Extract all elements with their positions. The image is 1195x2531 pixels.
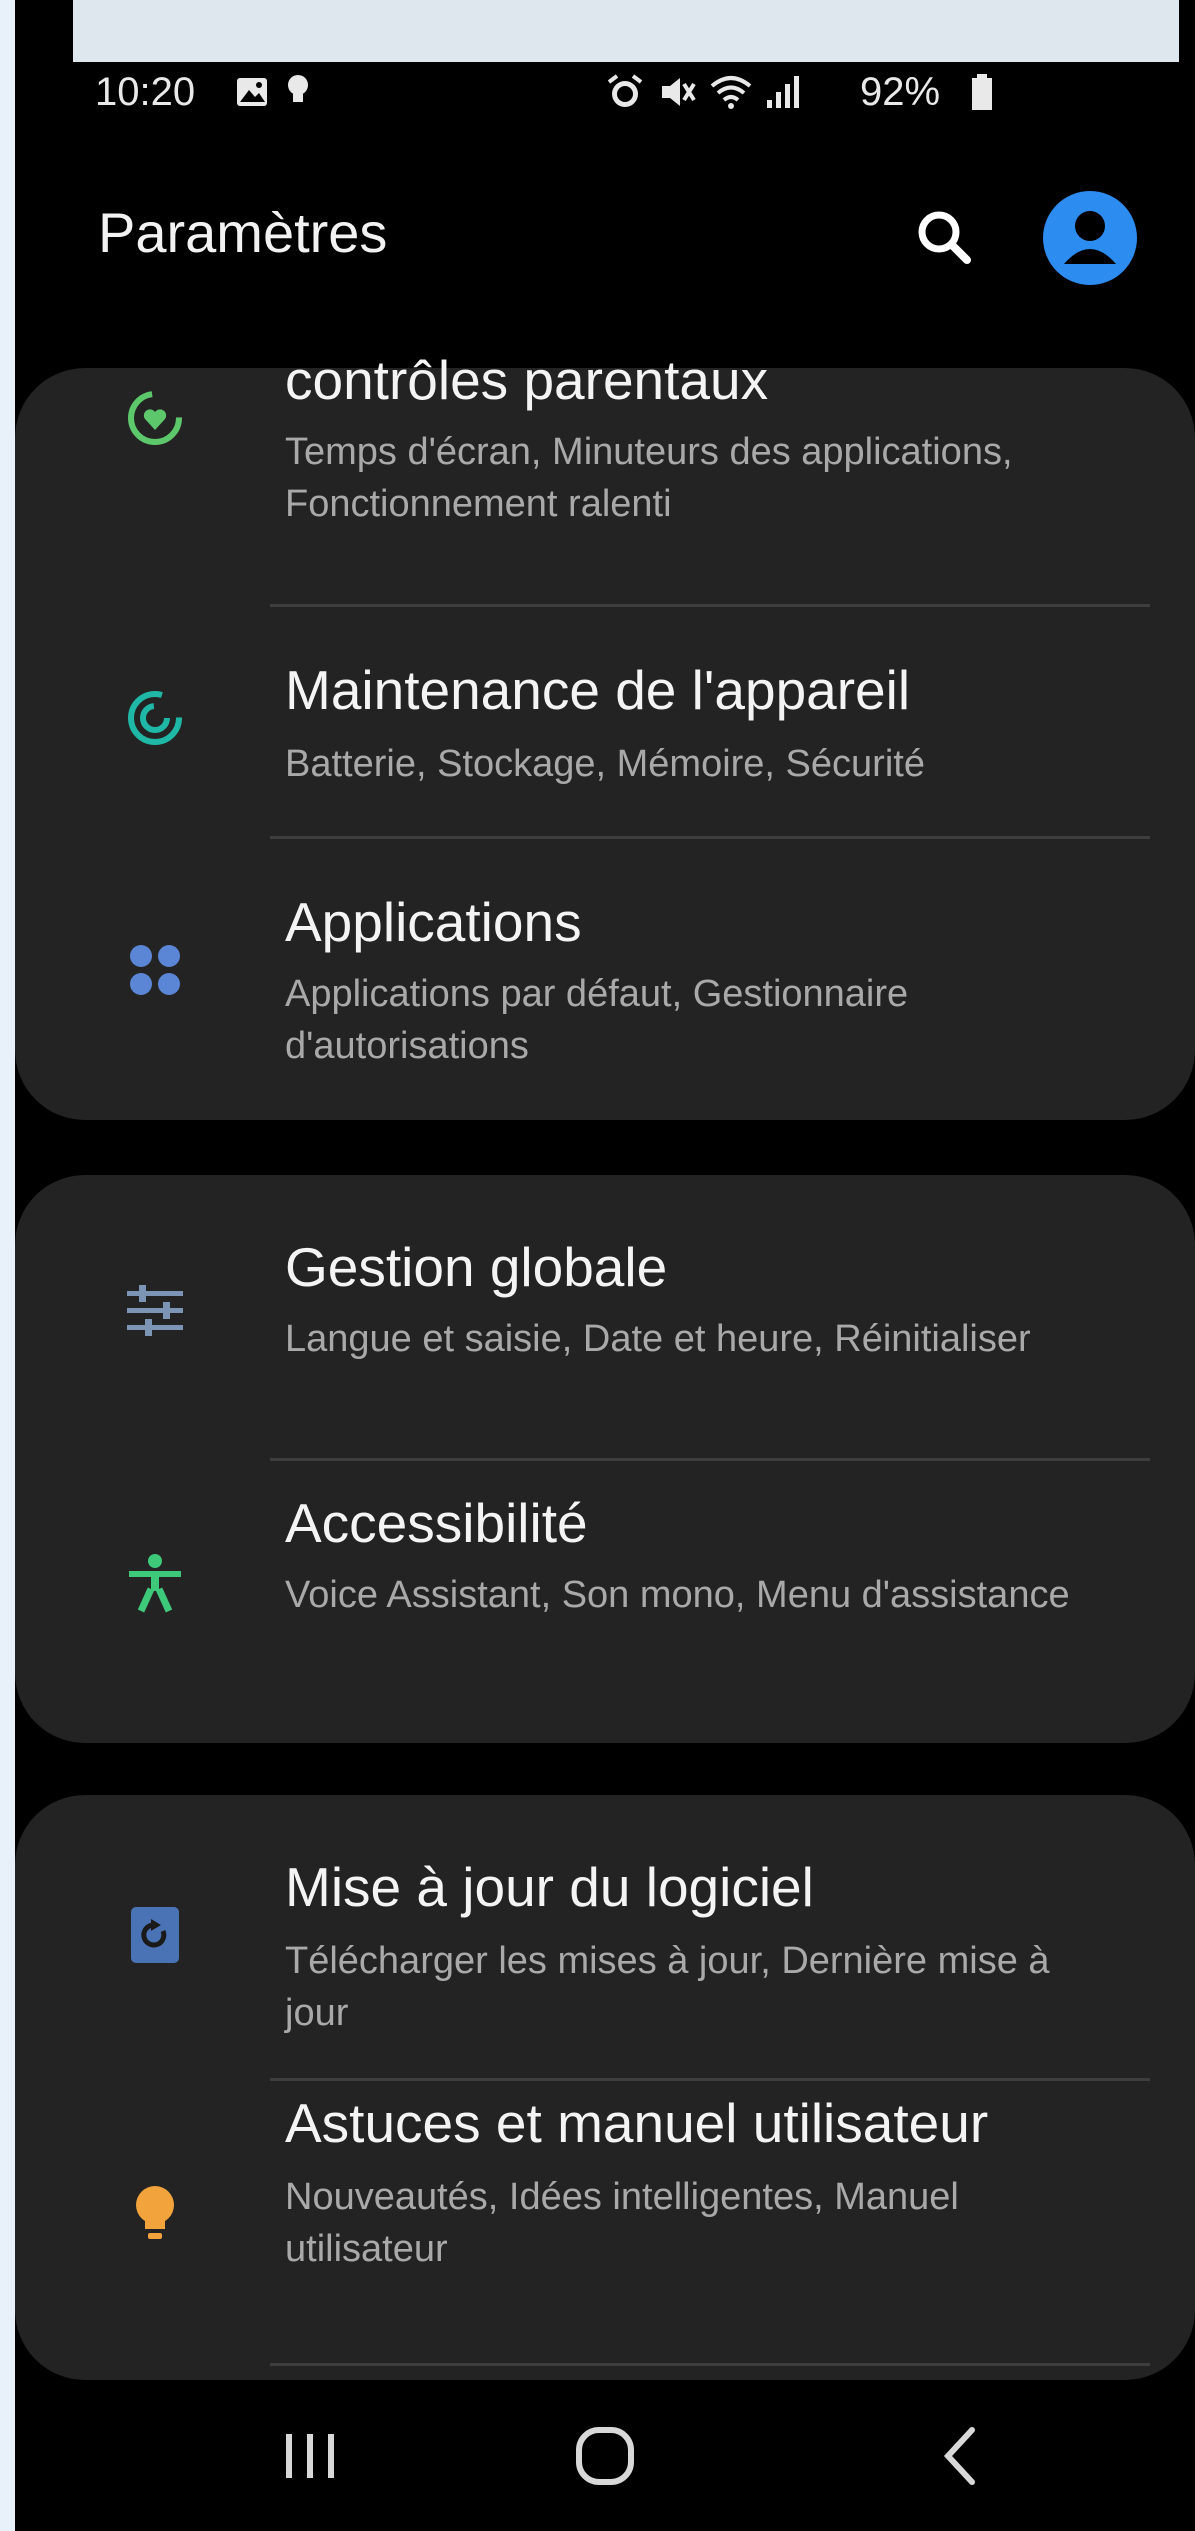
item-title: Gestion globale: [285, 1236, 668, 1298]
gallery-icon: [237, 78, 267, 106]
back-icon[interactable]: [910, 2410, 1010, 2500]
item-subtitle: Voice Assistant, Son mono, Menu d'assist…: [285, 1574, 1070, 1616]
device-care-icon: [128, 691, 182, 745]
settings-item-general-management[interactable]: Gestion globale Langue et saisie, Date e…: [15, 1175, 1195, 1455]
settings-header: Paramètres: [15, 170, 1195, 310]
item-subtitle: Langue et saisie, Date et heure, Réiniti…: [285, 1318, 1031, 1360]
settings-item-tips-manual[interactable]: Astuces et manuel utilisateur Nouveautés…: [15, 2081, 1195, 2361]
divider: [270, 2363, 1150, 2366]
item-title: Maintenance de l'appareil: [285, 659, 911, 721]
settings-item-device-care[interactable]: Maintenance de l'appareil Batterie, Stoc…: [15, 608, 1195, 838]
signal-icon: [767, 76, 799, 108]
item-title: Mise à jour du logiciel: [285, 1856, 814, 1918]
item-title: Accessibilité: [285, 1492, 588, 1554]
page-title: Paramètres: [98, 201, 388, 264]
search-icon[interactable]: [905, 198, 985, 278]
bulb-notification-icon: [288, 75, 308, 102]
software-update-icon: [131, 1907, 179, 1963]
item-subtitle: Temps d'écran, Minuteurs des application…: [285, 431, 1013, 525]
wifi-icon: [710, 76, 752, 109]
divider: [270, 836, 1150, 839]
home-icon[interactable]: [555, 2410, 655, 2500]
alarm-icon: [607, 74, 643, 107]
settings-group-3: Mise à jour du logiciel Télécharger les …: [15, 1795, 1195, 2380]
battery-icon: [972, 74, 992, 110]
settings-item-accessibility[interactable]: Accessibilité Voice Assistant, Son mono,…: [15, 1461, 1195, 1743]
status-bar: 10:20 92%: [15, 62, 1195, 124]
top-strip: [73, 0, 1179, 62]
account-avatar-icon[interactable]: [1042, 190, 1138, 286]
apps-icon: [130, 945, 180, 995]
item-subtitle: Télécharger les mises à jour, Dernière m…: [285, 1940, 1050, 2034]
battery-percent: 92%: [860, 70, 941, 114]
mute-icon: [662, 78, 696, 106]
navigation-bar: [15, 2380, 1195, 2531]
tips-bulb-icon: [136, 2186, 174, 2239]
settings-item-parental-controls[interactable]: contrôles parentaux Temps d'écran, Minut…: [15, 338, 1195, 588]
status-time: 10:20: [95, 70, 196, 114]
settings-group-1: contrôles parentaux Temps d'écran, Minut…: [15, 349, 1195, 1120]
wellbeing-icon: [128, 391, 182, 445]
settings-item-software-update[interactable]: Mise à jour du logiciel Télécharger les …: [15, 1795, 1195, 2075]
settings-item-applications[interactable]: Applications Applications par défaut, Ge…: [15, 840, 1195, 1110]
item-subtitle: Applications par défaut, Gestionnaire d'…: [285, 973, 909, 1067]
phone-screen: 10:20 92% Paramètres contrôles parentaux…: [15, 0, 1195, 2531]
item-subtitle: Nouveautés, Idées intelligentes, Manuel …: [285, 2176, 959, 2270]
item-title: contrôles parentaux: [285, 349, 769, 411]
sliders-icon: [127, 1285, 183, 1336]
item-subtitle: Batterie, Stockage, Mémoire, Sécurité: [285, 743, 925, 785]
recents-icon[interactable]: [260, 2410, 360, 2500]
accessibility-icon: [129, 1554, 181, 1613]
settings-group-2: Gestion globale Langue et saisie, Date e…: [15, 1175, 1195, 1743]
item-title: Astuces et manuel utilisateur: [285, 2092, 989, 2154]
item-title: Applications: [285, 891, 582, 953]
divider: [270, 604, 1150, 607]
